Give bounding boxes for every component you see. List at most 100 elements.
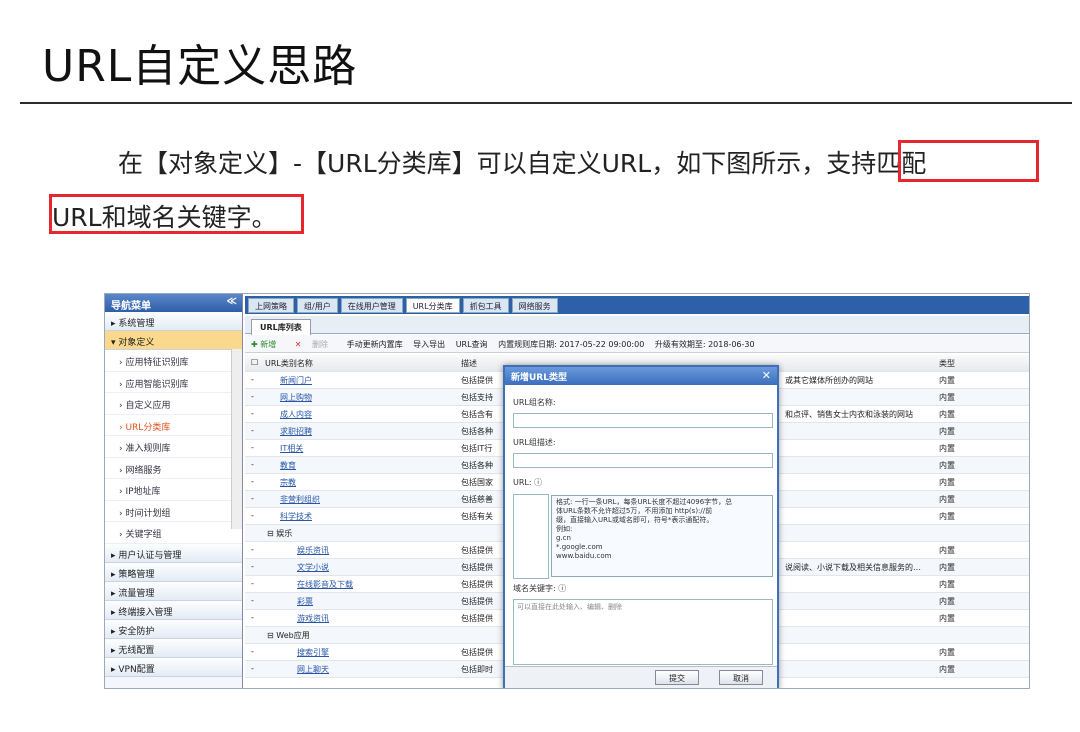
nav-item[interactable]: › 网络服务 [105,457,242,479]
row-checkbox[interactable]: - [251,375,261,384]
nav-item[interactable]: › 关键字组 [105,522,242,544]
highlight-box [49,194,304,234]
tab-active[interactable]: URL分类库 [405,298,460,313]
group-name: 娱乐 [276,529,293,538]
nav-section[interactable]: ▸ 系统管理 [105,312,242,331]
url-category-name[interactable]: 求职招聘 [280,426,430,437]
scrollbar[interactable] [231,349,242,529]
row-checkbox[interactable]: - [251,545,261,554]
nav-item-selected[interactable]: › URL分类库 [105,414,242,436]
row-checkbox[interactable]: - [251,613,261,622]
submit-button[interactable]: 提交 [655,670,699,685]
group-label: ⊟ Web应用 [267,631,310,640]
domain-keyword-label: 域名关键字: ⓘ [513,584,567,593]
tip-line: 例如: [556,525,573,533]
close-icon[interactable]: ✕ [762,369,771,382]
row-checkbox[interactable]: - [251,460,261,469]
url-category-name[interactable]: 网上购物 [280,392,430,403]
domain-keyword-textarea[interactable]: 可以直接在此处输入、编辑、删除 [513,599,773,665]
nav-section[interactable]: ▸ 策略管理 [105,562,242,582]
nav-section[interactable]: ▸ 无线配置 [105,638,242,658]
tip-line: *.google.com [556,543,603,551]
row-checkbox[interactable]: - [251,477,261,486]
nav-item[interactable]: › 自定义应用 [105,393,242,415]
tab[interactable]: 网络服务 [511,298,558,313]
tab[interactable]: 上网策略 [248,298,294,313]
delete-label: 删除 [312,340,329,349]
row-type: 内置 [939,614,955,623]
nav-section[interactable]: ▸ 安全防护 [105,619,242,639]
row-checkbox[interactable]: - [251,426,261,435]
url-category-name[interactable]: 彩票 [297,596,447,607]
url-category-name[interactable]: IT相关 [280,443,430,454]
row-checkbox[interactable]: - [251,511,261,520]
nav-item[interactable]: › 应用特征识别库 [105,350,242,372]
nav-menu: 导航菜单 ≪ ▸ 系统管理 ▾ 对象定义 › 应用特征识别库 › 应用智能识别库 … [105,294,243,688]
nav-section[interactable]: ▸ VPN配置 [105,657,242,677]
dialog-footer: 提交 取消 [505,666,777,688]
new-url-type-dialog: 新增URL类型 ✕ URL组名称: URL组描述: URL: ⓘ 格式: 一行一条… [503,365,779,688]
url-category-name[interactable]: 非营利组织 [280,494,430,505]
url-group-name-input[interactable] [513,413,773,428]
nav-section-active[interactable]: ▾ 对象定义 [105,331,242,350]
row-checkbox[interactable]: - [251,647,261,656]
url-format-tooltip: 格式: 一行一条URL，每条URL长度不超过4096字节，总 体URL条数不允许… [551,495,773,577]
collapse-icon[interactable]: ≪ [227,296,237,307]
url-category-name[interactable]: 娱乐资讯 [297,545,447,556]
tip-line: www.baidu.com [556,552,612,560]
row-type: 内置 [939,444,955,453]
row-type: 内置 [939,563,955,572]
group-label: ⊟ 娱乐 [267,529,293,538]
url-group-desc-input[interactable] [513,453,773,468]
delete-button[interactable]: ✕ 删除 [295,340,336,349]
url-category-name[interactable]: 教育 [280,460,430,471]
import-export-button[interactable]: 导入导出 [413,340,445,349]
url-category-name[interactable]: 文学小说 [297,562,447,573]
nav-section[interactable]: ▸ 流量管理 [105,581,242,601]
subtab-url-list[interactable]: URL库列表 [251,319,311,336]
nav-header: 导航菜单 ≪ [105,294,242,312]
url-category-name[interactable]: 科学技术 [280,511,430,522]
row-checkbox[interactable]: - [251,392,261,401]
tab[interactable]: 在线用户管理 [340,298,403,313]
row-checkbox[interactable]: - [251,664,261,673]
tip-line: 体URL条数不允许超过5万，不用添加 http(s)://前 [556,507,713,515]
nav-item[interactable]: › 准入规则库 [105,436,242,458]
nav-section-label: 系统管理 [118,319,155,329]
add-label: 新增 [260,340,277,349]
toolbar: ✚ 新增 ✕ 删除 手动更新内置库 导入导出 URL查询 内置规则库日期: 20… [245,335,1029,353]
nav-item[interactable]: › IP地址库 [105,479,242,501]
delete-icon: ✕ [294,340,302,349]
row-checkbox[interactable]: - [251,579,261,588]
row-checkbox[interactable]: - [251,596,261,605]
row-type: 内置 [939,597,955,606]
nav-item-label: URL分类库 [125,422,171,433]
add-button[interactable]: ✚ 新增 [251,340,284,349]
tab[interactable]: 组/用户 [297,298,338,313]
url-query-button[interactable]: URL查询 [456,340,488,349]
row-checkbox[interactable]: - [251,443,261,452]
url-category-name[interactable]: 成人内容 [280,409,430,420]
title-divider [20,102,1072,104]
update-button[interactable]: 手动更新内置库 [347,340,403,349]
url-category-name[interactable]: 宗教 [280,477,430,488]
nav-item-label: 自定义应用 [125,401,171,411]
nav-section[interactable]: ▸ 终端接入管理 [105,600,242,620]
tab-bar: 上网策略 组/用户 在线用户管理 URL分类库 抓包工具 网络服务 [245,296,1029,314]
cancel-button[interactable]: 取消 [719,670,763,685]
url-category-name[interactable]: 在线影音及下载 [297,579,447,590]
row-checkbox[interactable]: - [251,494,261,503]
tab[interactable]: 抓包工具 [462,298,509,313]
select-all-checkbox[interactable]: ☐ [251,358,261,367]
nav-item[interactable]: › 应用智能识别库 [105,371,242,393]
row-checkbox[interactable]: - [251,409,261,418]
nav-item-label: 应用智能识别库 [125,379,189,390]
url-category-name[interactable]: 搜索引擎 [297,647,447,658]
url-textarea[interactable] [513,494,549,579]
row-checkbox[interactable]: - [251,562,261,571]
url-category-name[interactable]: 网上聊天 [297,664,447,675]
url-category-name[interactable]: 新闻门户 [280,375,430,386]
nav-section[interactable]: ▸ 用户认证与管理 [105,543,242,563]
nav-item[interactable]: › 时间计划组 [105,500,242,522]
url-category-name[interactable]: 游戏资讯 [297,613,447,624]
